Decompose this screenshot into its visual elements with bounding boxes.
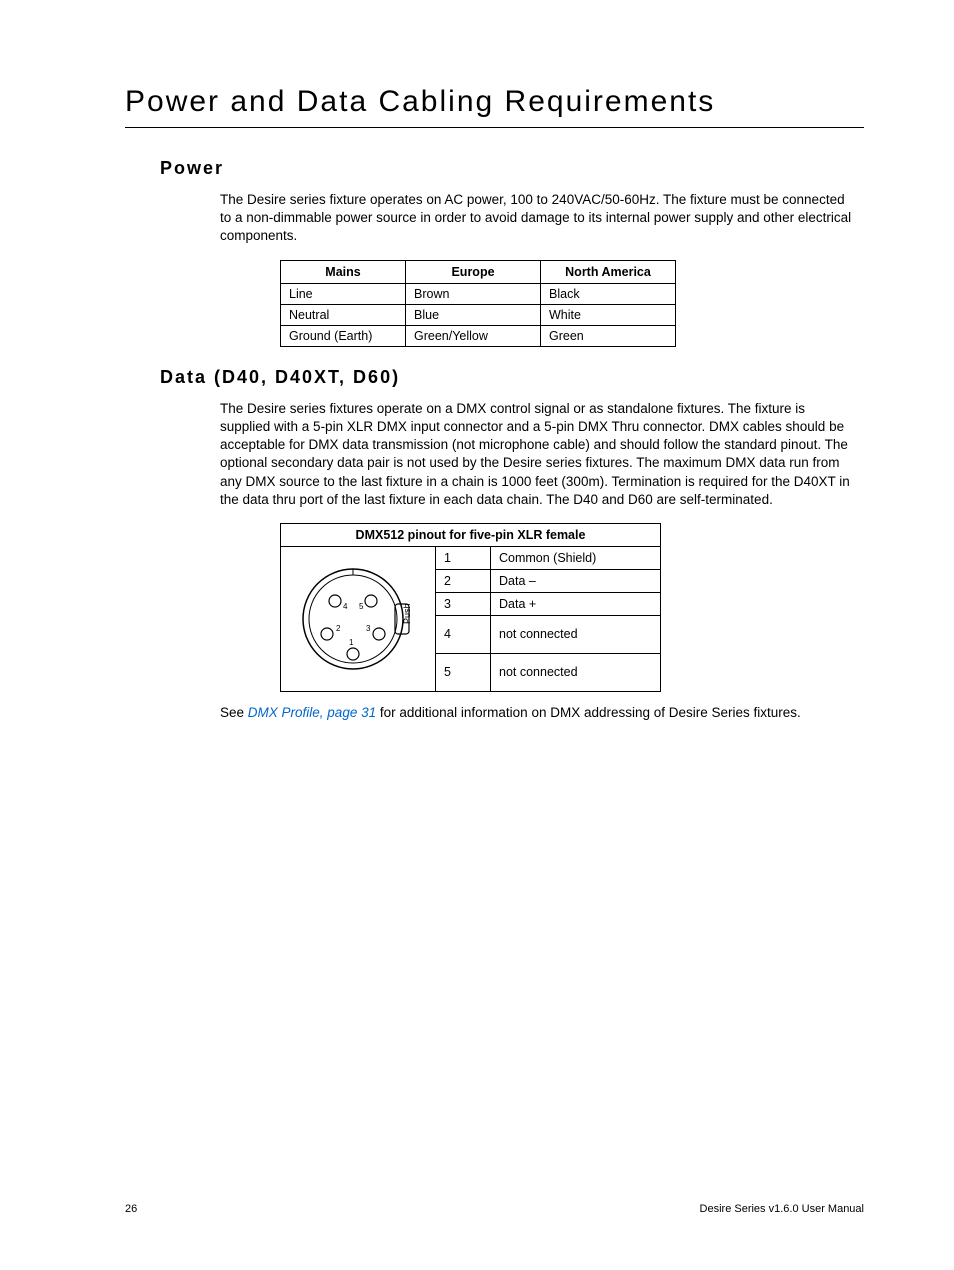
doc-title: Desire Series v1.6.0 User Manual	[700, 1203, 864, 1215]
cell: Common (Shield)	[491, 546, 661, 569]
svg-text:4: 4	[343, 602, 348, 611]
dmx-profile-link[interactable]: DMX Profile, page 31	[248, 705, 376, 720]
table-row: Neutral Blue White	[281, 304, 676, 325]
power-paragraph: The Desire series fixture operates on AC…	[220, 191, 859, 246]
cell: Green/Yellow	[406, 325, 541, 346]
cell: 2	[436, 569, 491, 592]
connector-diagram-cell: 1 2 3 4 5 Push	[281, 546, 436, 691]
cell: Brown	[406, 283, 541, 304]
mains-header-0: Mains	[281, 260, 406, 283]
cell: not connected	[491, 653, 661, 691]
cell: White	[541, 304, 676, 325]
data-heading: Data (D40, D40XT, D60)	[160, 367, 864, 388]
page-number: 26	[125, 1203, 137, 1215]
table-row: Line Brown Black	[281, 283, 676, 304]
cell: Line	[281, 283, 406, 304]
cell: 5	[436, 653, 491, 691]
cell: Blue	[406, 304, 541, 325]
data-footer-text: See DMX Profile, page 31 for additional …	[220, 704, 859, 722]
table-row: Ground (Earth) Green/Yellow Green	[281, 325, 676, 346]
cell: 4	[436, 615, 491, 653]
cell: Data +	[491, 592, 661, 615]
svg-text:Push: Push	[402, 603, 412, 624]
svg-text:1: 1	[349, 638, 354, 647]
data-paragraph: The Desire series fixtures operate on a …	[220, 400, 859, 509]
page-footer: 26 Desire Series v1.6.0 User Manual	[125, 1203, 864, 1215]
page-title: Power and Data Cabling Requirements	[125, 85, 864, 128]
xlr-connector-icon: 1 2 3 4 5 Push	[293, 559, 423, 679]
text-prefix: See	[220, 705, 248, 720]
svg-text:3: 3	[366, 624, 371, 633]
cell: not connected	[491, 615, 661, 653]
cell: Ground (Earth)	[281, 325, 406, 346]
mains-header-1: Europe	[406, 260, 541, 283]
cell: 3	[436, 592, 491, 615]
cell: Green	[541, 325, 676, 346]
svg-text:2: 2	[336, 624, 341, 633]
pinout-table: DMX512 pinout for five-pin XLR female 1	[280, 523, 661, 692]
pinout-header: DMX512 pinout for five-pin XLR female	[281, 523, 661, 546]
mains-table: Mains Europe North America Line Brown Bl…	[280, 260, 676, 347]
cell: 1	[436, 546, 491, 569]
table-row: 1 2 3 4 5 Push 1 Common (Shield)	[281, 546, 661, 569]
text-suffix: for additional information on DMX addres…	[376, 705, 801, 720]
svg-text:5: 5	[359, 602, 364, 611]
cell: Neutral	[281, 304, 406, 325]
cell: Data –	[491, 569, 661, 592]
cell: Black	[541, 283, 676, 304]
power-heading: Power	[160, 158, 864, 179]
mains-header-2: North America	[541, 260, 676, 283]
